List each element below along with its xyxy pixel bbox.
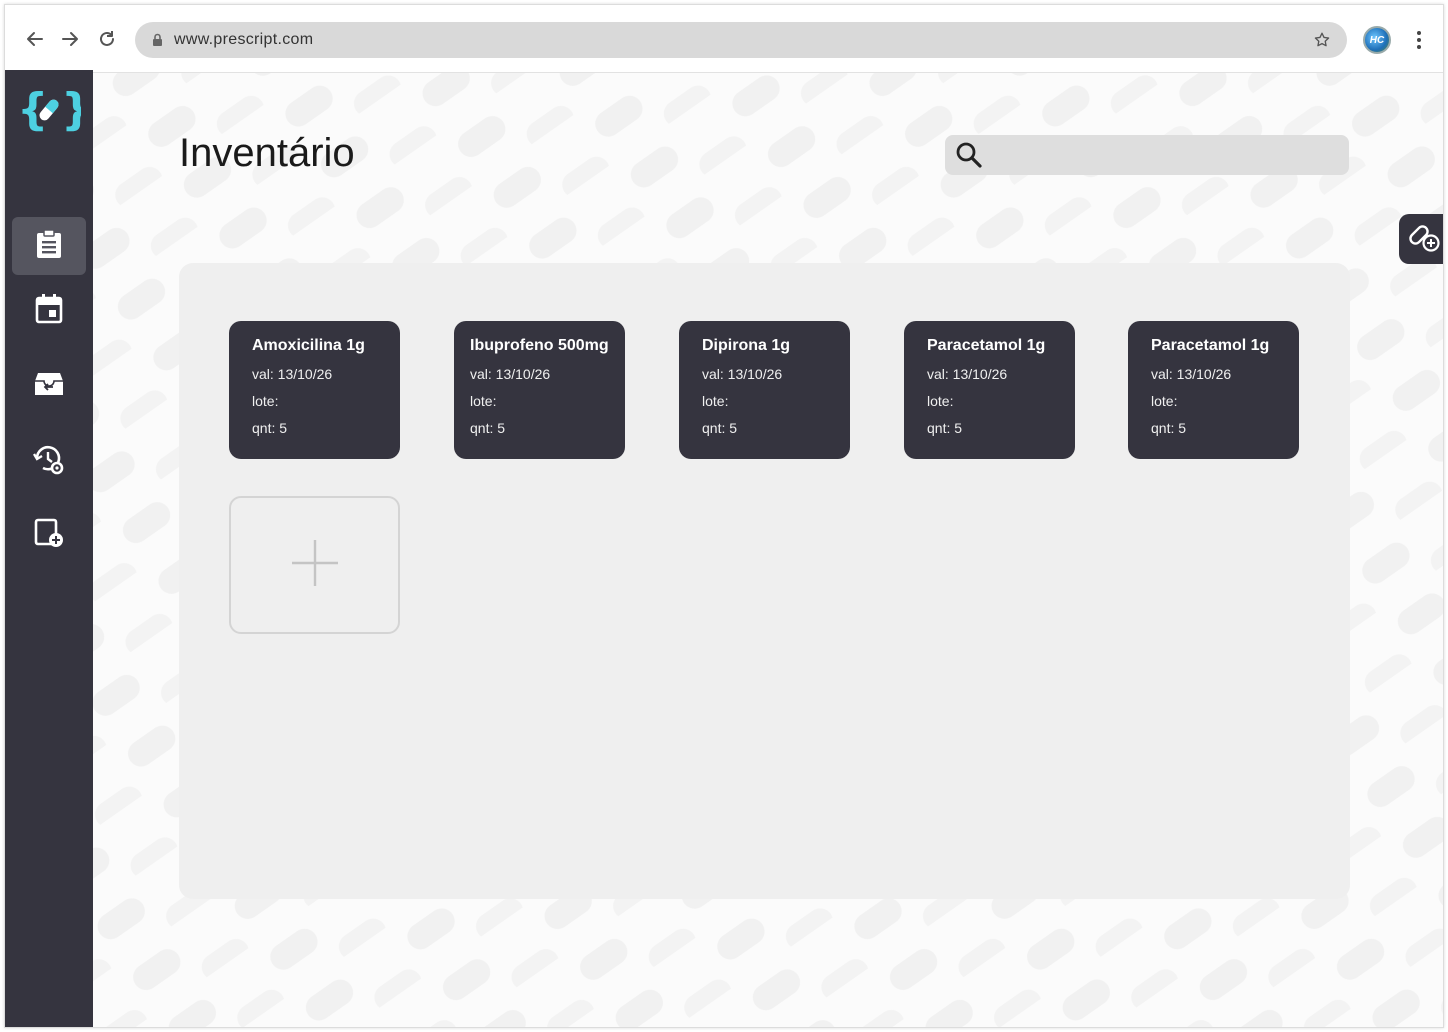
sidebar: { } xyxy=(5,70,93,1027)
search-input[interactable] xyxy=(991,135,1341,175)
add-item-button[interactable] xyxy=(229,496,400,634)
inventory-card[interactable]: Paracetamol 1g val: 13/10/26 lote: qnt: … xyxy=(904,321,1075,459)
main-content: Inventário Amoxicilina 1g val: 13/10/26 … xyxy=(93,73,1443,1027)
sidebar-item-history-settings[interactable] xyxy=(12,433,86,491)
url-text: www.prescript.com xyxy=(174,31,314,48)
quantity: qnt: 5 xyxy=(470,420,506,436)
quantity: qnt: 5 xyxy=(927,420,963,436)
address-bar[interactable]: www.prescript.com xyxy=(135,22,1347,58)
reload-icon[interactable] xyxy=(95,27,119,51)
app-logo: { } xyxy=(17,84,92,136)
browser-window: www.prescript.com HC { } xyxy=(4,4,1444,1028)
plus-icon xyxy=(290,538,340,593)
page-title: Inventário xyxy=(179,131,355,175)
expiry-date: val: 13/10/26 xyxy=(1151,366,1232,382)
medication-name: Paracetamol 1g xyxy=(1151,337,1270,354)
history-settings-icon xyxy=(32,444,65,481)
lock-icon xyxy=(152,33,163,52)
sidebar-item-archive[interactable] xyxy=(12,357,86,415)
batch-number: lote: xyxy=(252,393,279,409)
profile-avatar[interactable]: HC xyxy=(1363,26,1391,54)
document-add-icon xyxy=(34,518,64,553)
browser-menu-icon[interactable] xyxy=(1409,29,1429,51)
sidebar-item-inventory[interactable] xyxy=(12,217,86,275)
sidebar-item-calendar[interactable] xyxy=(12,282,86,340)
batch-number: lote: xyxy=(927,393,954,409)
batch-number: lote: xyxy=(470,393,497,409)
clipboard-icon xyxy=(35,228,63,264)
inventory-card[interactable]: Amoxicilina 1g val: 13/10/26 lote: qnt: … xyxy=(229,321,400,459)
browser-toolbar: www.prescript.com HC xyxy=(5,5,1443,73)
forward-arrow-icon[interactable] xyxy=(58,27,82,51)
medication-name: Ibuprofeno 500mg xyxy=(470,337,609,354)
expiry-date: val: 13/10/26 xyxy=(702,366,783,382)
inventory-card[interactable]: Ibuprofeno 500mg val: 13/10/26 lote: qnt… xyxy=(454,321,625,459)
expiry-date: val: 13/10/26 xyxy=(470,366,551,382)
sidebar-item-add-document[interactable] xyxy=(12,506,86,564)
batch-number: lote: xyxy=(1151,393,1178,409)
expiry-date: val: 13/10/26 xyxy=(252,366,333,382)
medication-name: Dipirona 1g xyxy=(702,337,791,354)
medication-name: Paracetamol 1g xyxy=(927,337,1046,354)
inventory-card[interactable]: Paracetamol 1g val: 13/10/26 lote: qnt: … xyxy=(1128,321,1299,459)
expiry-date: val: 13/10/26 xyxy=(927,366,1008,382)
bookmark-star-icon[interactable] xyxy=(1313,31,1331,54)
calendar-icon xyxy=(35,293,63,329)
inventory-card[interactable]: Dipirona 1g val: 13/10/26 lote: qnt: 5 xyxy=(679,321,850,459)
svg-text:}: } xyxy=(61,84,81,135)
medication-name: Amoxicilina 1g xyxy=(252,337,365,354)
search-bar[interactable] xyxy=(945,135,1349,175)
inventory-panel: Amoxicilina 1g val: 13/10/26 lote: qnt: … xyxy=(179,263,1350,899)
batch-number: lote: xyxy=(702,393,729,409)
quantity: qnt: 5 xyxy=(252,420,288,436)
back-arrow-icon[interactable] xyxy=(23,27,47,51)
add-medication-fab[interactable] xyxy=(1399,214,1443,264)
archive-return-icon xyxy=(34,371,64,402)
quantity: qnt: 5 xyxy=(702,420,738,436)
search-icon[interactable] xyxy=(955,141,983,174)
pill-add-icon xyxy=(1407,221,1441,258)
quantity: qnt: 5 xyxy=(1151,420,1187,436)
